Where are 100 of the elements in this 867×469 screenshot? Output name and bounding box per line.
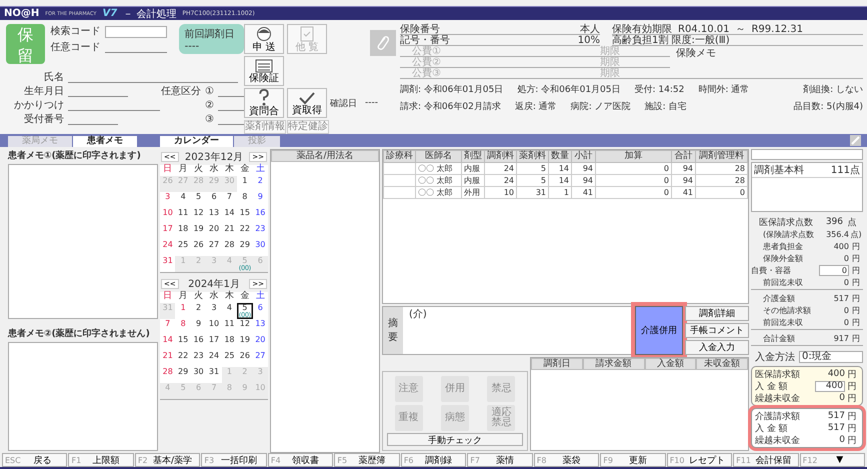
check-icon	[298, 90, 316, 104]
calendar-day[interactable]: 8	[175, 319, 191, 335]
calendar-day[interactable]: 8	[237, 192, 253, 208]
calendar-day[interactable]: 12	[237, 319, 253, 335]
unit-label: 円	[846, 368, 858, 380]
calendar-day[interactable]: 12	[190, 208, 206, 224]
function-key-button[interactable]: F7 薬情	[467, 453, 533, 467]
function-key-button[interactable]: F1 上限額	[68, 453, 134, 467]
action-button[interactable]: 調剤詳細	[685, 306, 749, 321]
calendar-day[interactable]: 24	[160, 240, 176, 256]
function-key-button[interactable]: F4 領収書	[268, 453, 334, 467]
attachment-button[interactable]	[370, 30, 396, 56]
calendar-day[interactable]: 26	[237, 351, 253, 367]
function-key-button[interactable]: F8 薬袋	[534, 453, 600, 467]
calendar-day[interactable]: 14	[222, 208, 238, 224]
calendar-day[interactable]: 11	[175, 208, 191, 224]
calendar-day[interactable]: 16	[190, 335, 206, 351]
calendar-day[interactable]: 14	[160, 335, 176, 351]
calendar-day[interactable]: 23	[190, 351, 206, 367]
calendar-day[interactable]: 24	[206, 351, 222, 367]
calendar-day[interactable]: 6	[206, 192, 222, 208]
calendar-day[interactable]: 17	[160, 224, 176, 240]
calendar-day[interactable]: 4	[175, 192, 191, 208]
calendar-day[interactable]: 9	[190, 319, 206, 335]
calendar-day[interactable]: 3	[206, 303, 222, 319]
calendar-day[interactable]: 21	[222, 224, 238, 240]
calendar-day[interactable]: 31	[160, 256, 176, 272]
calendar-day[interactable]: 6	[252, 303, 268, 319]
function-key-button[interactable]: F9 更新	[600, 453, 666, 467]
calendar-day[interactable]: 11	[222, 319, 238, 335]
unit-label: 円	[846, 410, 858, 422]
calendar-day[interactable]: 19	[237, 335, 253, 351]
function-key-button[interactable]: F10 レセプト	[666, 453, 732, 467]
input-field[interactable]	[751, 149, 863, 160]
calendar-day[interactable]: 18	[175, 224, 191, 240]
calendar-day[interactable]: 5	[190, 192, 206, 208]
calendar-day[interactable]: 27	[252, 351, 268, 367]
calendar-day[interactable]: 30	[190, 367, 206, 383]
calendar-day[interactable]: 2	[252, 176, 268, 192]
calendar-day[interactable]: 20	[252, 335, 268, 351]
search-code-field[interactable]	[104, 26, 167, 38]
calendar-day[interactable]: 1	[237, 176, 253, 192]
action-button[interactable]: 入金入力	[685, 340, 749, 355]
calendar-day[interactable]: 22	[175, 351, 191, 367]
calendar-day[interactable]: 16	[252, 208, 268, 224]
calendar-day[interactable]: 4	[222, 303, 238, 319]
calendar-day[interactable]: 25	[175, 240, 191, 256]
calendar-day[interactable]: 10	[206, 319, 222, 335]
calendar-day[interactable]: 17	[206, 335, 222, 351]
calendar-day[interactable]: 27	[206, 240, 222, 256]
memo-field[interactable]	[8, 164, 158, 319]
calendar-day[interactable]: 23	[252, 224, 268, 240]
calendar-day[interactable]: 25	[222, 351, 238, 367]
calendar-day[interactable]: 20	[206, 224, 222, 240]
calendar-day[interactable]: 28	[160, 367, 176, 383]
memo-label: 患者メモ②(薬歴に印字されません)	[8, 327, 151, 340]
calendar-day[interactable]: 13	[252, 319, 268, 335]
calendar-day[interactable]: 7	[160, 319, 176, 335]
calendar-day[interactable]: 19	[190, 224, 206, 240]
table-cell: 14	[548, 162, 572, 174]
function-key-button[interactable]: F11 会計保留	[733, 453, 799, 467]
toolbar-button[interactable]: 資問合	[244, 88, 284, 118]
calendar-day[interactable]: 15	[175, 335, 191, 351]
calendar-day[interactable]: 22	[237, 224, 253, 240]
weekday-label: 水	[208, 292, 220, 303]
calendar-day[interactable]: 18	[222, 335, 238, 351]
tab[interactable]: 患者メモ	[73, 136, 137, 147]
calendar-day[interactable]: 9	[252, 192, 268, 208]
calendar-day[interactable]: 13	[206, 208, 222, 224]
function-key-button[interactable]: ESC 戻る	[2, 453, 68, 467]
toolbar-button[interactable]: 資取得	[287, 88, 327, 118]
payment-method-field[interactable]: 0:現金	[799, 351, 863, 363]
calendar-day[interactable]: 3	[160, 192, 176, 208]
calendar-day[interactable]: 1	[175, 303, 191, 319]
manual-check-button[interactable]: 手動チェック	[387, 433, 523, 446]
function-key-button[interactable]: F6 調剤録	[400, 453, 466, 467]
calendar-day[interactable]: 2	[190, 303, 206, 319]
calendar-day[interactable]: 29	[175, 367, 191, 383]
calendar-day[interactable]: 31	[206, 367, 222, 383]
toolbar-button[interactable]: 申 送	[244, 24, 284, 54]
unit-label: 円	[846, 422, 858, 434]
tab[interactable]: カレンダー	[160, 136, 233, 147]
table-cell: 1	[548, 186, 572, 198]
toolbar-button[interactable]: 保険証	[244, 56, 284, 86]
calendar-day[interactable]: 7	[222, 192, 238, 208]
function-key-button[interactable]: F5 薬歴簿	[334, 453, 400, 467]
function-key-button[interactable]: F12 ▼	[800, 453, 866, 467]
memo-field[interactable]	[8, 342, 158, 451]
calendar-day[interactable]: 26	[190, 240, 206, 256]
amount-field[interactable]: 400	[815, 380, 845, 392]
action-button[interactable]: 手帳コメント	[685, 323, 749, 338]
calendar-day[interactable]: 15	[237, 208, 253, 224]
calendar-day[interactable]: 28	[222, 240, 238, 256]
function-key-button[interactable]: F3 一括印刷	[201, 453, 267, 467]
calendar-day[interactable]: 30	[252, 240, 268, 256]
function-key-button[interactable]: F2 基本/薬学	[134, 453, 200, 467]
amount-field[interactable]: 0	[819, 264, 849, 276]
calendar-day[interactable]: 10	[160, 208, 176, 224]
calendar-day[interactable]: 21	[160, 351, 176, 367]
calendar-day[interactable]: 29	[237, 240, 253, 256]
